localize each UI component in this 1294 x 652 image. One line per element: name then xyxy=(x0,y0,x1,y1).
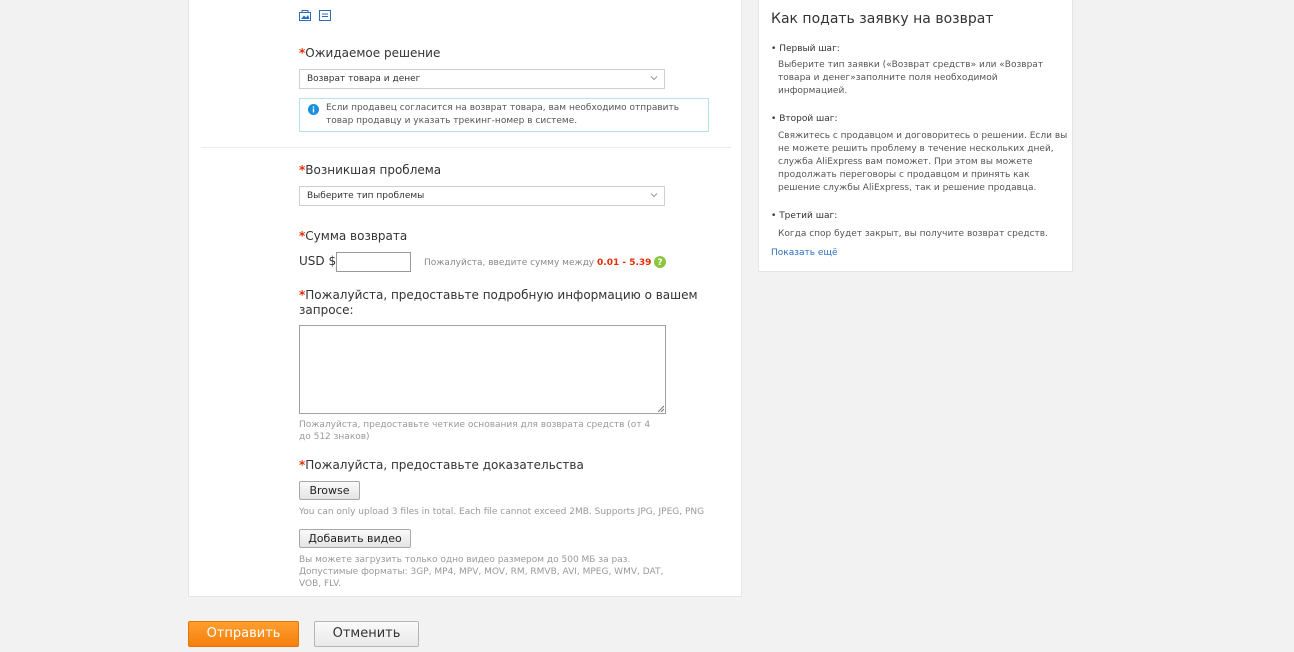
chevron-down-icon xyxy=(650,73,658,83)
svg-text:?: ? xyxy=(658,258,663,268)
solution-info-box: Если продавец согласится на возврат това… xyxy=(299,98,709,132)
details-textarea[interactable] xyxy=(299,325,666,414)
solution-label: *Ожидаемое решение xyxy=(299,46,441,60)
attachment-icons xyxy=(299,10,331,21)
problem-select[interactable]: Выберите тип проблемы xyxy=(299,186,665,206)
step-2-text: Свяжитесь с продавцом и договоритесь о р… xyxy=(778,131,1068,193)
add-video-button[interactable]: Добавить видео xyxy=(299,529,411,548)
cancel-button[interactable]: Отменить xyxy=(314,621,419,647)
solution-info-text: Если продавец согласится на возврат това… xyxy=(326,103,680,126)
browse-button[interactable]: Browse xyxy=(299,481,360,500)
section-divider xyxy=(201,147,731,148)
image-attachment-icon[interactable] xyxy=(299,10,311,21)
step-1-title: • Первый шаг: xyxy=(771,44,840,54)
info-icon xyxy=(308,104,319,115)
step-2-title: • Второй шаг: xyxy=(771,114,838,124)
amount-input[interactable] xyxy=(336,252,411,272)
evidence-label: *Пожалуйста, предоставьте доказательства xyxy=(299,458,584,472)
chevron-down-icon xyxy=(650,190,658,200)
currency-label: USD $ xyxy=(299,254,337,268)
step-1-text: Выберите тип заявки («Возврат средств» и… xyxy=(778,60,1044,96)
details-note: Пожалуйста, предоставьте четкие основани… xyxy=(299,420,651,442)
refund-help-panel: Как подать заявку на возврат • Первый ша… xyxy=(758,0,1073,272)
step-3-text: Когда спор будет закрыт, вы получите воз… xyxy=(778,229,1048,239)
document-attachment-icon[interactable] xyxy=(319,10,331,21)
upload-note: You can only upload 3 files in total. Ea… xyxy=(299,507,705,517)
video-note: Вы можете загрузить только одно видео ра… xyxy=(299,555,664,589)
amount-hint: Пожалуйста, введите сумму между 0.01 - 5… xyxy=(424,256,667,268)
refund-form-panel: *Ожидаемое решение Возврат товара и дене… xyxy=(188,0,742,597)
show-more-link[interactable]: Показать ещё xyxy=(771,248,838,258)
resize-handle-icon[interactable] xyxy=(657,405,665,413)
amount-label: *Сумма возврата xyxy=(299,229,408,243)
details-label: *Пожалуйста, предоставьте подробную инфо… xyxy=(299,288,698,317)
help-icon[interactable]: ? xyxy=(654,256,667,268)
step-3-title: • Третий шаг: xyxy=(771,211,838,221)
solution-select[interactable]: Возврат товара и денег xyxy=(299,69,665,89)
problem-label: *Возникшая проблема xyxy=(299,163,442,177)
submit-button[interactable]: Отправить xyxy=(188,621,299,647)
amount-range: 0.01 - 5.39 xyxy=(597,258,652,268)
help-title: Как подать заявку на возврат xyxy=(771,11,994,27)
